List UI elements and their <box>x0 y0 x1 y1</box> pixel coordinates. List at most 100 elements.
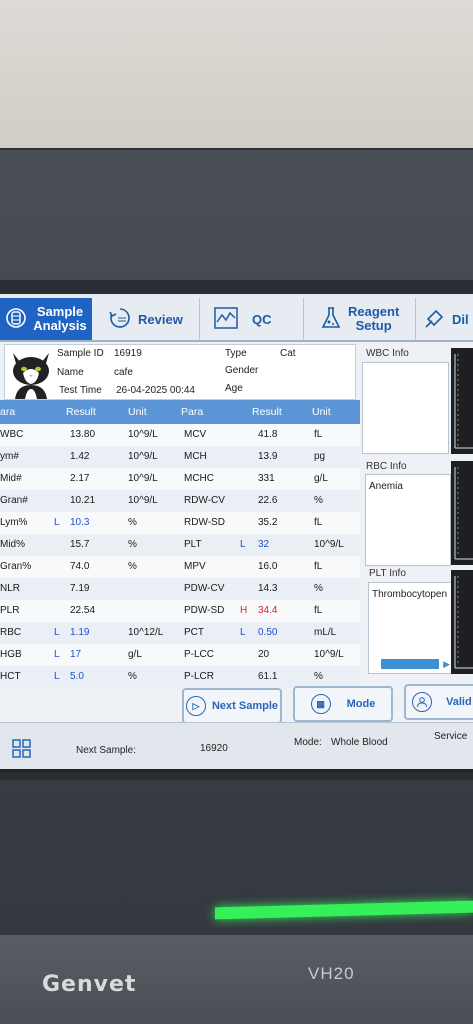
cell-r2: 331 <box>258 473 275 484</box>
table-row[interactable]: ym# 1.42 10^9/L MCH 13.9 pg <box>0 446 360 468</box>
next-sample-button[interactable]: ▷ Next Sample <box>182 688 282 724</box>
cell-p2: MPV <box>184 561 206 572</box>
cell-u1: 10^9/L <box>128 429 158 440</box>
results-table: ara Result Unit Para Result Unit WBC 13.8… <box>0 400 360 688</box>
cell-r1: 7.19 <box>70 583 90 594</box>
menu-grid-icon[interactable] <box>12 739 32 762</box>
table-row[interactable]: Mid% 15.7% PLT L 32 10^9/L <box>0 534 360 556</box>
table-row[interactable]: HCT L 5.0% P-LCR 61.1% <box>0 666 360 688</box>
table-row[interactable]: Gran# 10.21 10^9/L RDW-CV 22.6% <box>0 490 360 512</box>
cell-p2: P-LCR <box>184 671 215 682</box>
cell-u1: 10^9/L <box>128 495 158 506</box>
scroll-bar[interactable] <box>381 659 439 669</box>
cell-r1: 15.7 <box>70 539 90 550</box>
tab-bar: Sample Analysis Review QC Reagent Setup Di… <box>0 294 473 342</box>
cell-r1: 17 <box>70 649 82 660</box>
cell-p2: MCHC <box>184 473 214 484</box>
cell-u2: pg <box>314 451 326 462</box>
cell-r2: 16.0 <box>258 561 278 572</box>
mode-status-label: Mode: <box>294 737 322 748</box>
cell-r2: 41.8 <box>258 429 278 440</box>
cell-p2: PDW-SD <box>184 605 225 616</box>
cell-p1: HGB <box>0 649 22 660</box>
background-wall <box>0 0 473 160</box>
rbc-info-title: RBC Info <box>366 461 407 472</box>
status-bar: Next Sample: 16920 Mode: Whole Blood Ser… <box>0 722 473 769</box>
table-row[interactable]: HGB L 17 g/L P-LCC 20 10^9/L <box>0 644 360 666</box>
cell-r2: 22.6 <box>258 495 278 506</box>
rbc-histogram <box>451 461 473 565</box>
next-sample-label: Next Sample <box>211 700 279 712</box>
type-value: Cat <box>280 348 296 359</box>
table-row[interactable]: WBC 13.80 10^9/L MCV 41.8 fL <box>0 424 360 446</box>
cell-p2: PCT <box>184 627 204 638</box>
mode-button[interactable]: ▦ Mode <box>293 686 393 722</box>
age-label: Age <box>225 383 243 394</box>
cell-u2: fL <box>314 429 323 440</box>
cell-u2: 10^9/L <box>314 539 344 550</box>
header-para: ara <box>0 406 16 418</box>
table-row[interactable]: PLR 22.54 PDW-SD H 34.4 fL <box>0 600 360 622</box>
cell-u2: 10^9/L <box>314 649 344 660</box>
tab-qc-label: QC <box>252 311 272 327</box>
sample-icon <box>5 307 27 332</box>
scroll-right-icon[interactable]: ▶ <box>443 659 450 670</box>
wbc-info-panel <box>362 362 449 454</box>
next-sample-status-value: 16920 <box>200 743 228 754</box>
rbc-info-text: Anemia <box>369 481 403 492</box>
table-row[interactable]: Gran% 74.0% MPV 16.0 fL <box>0 556 360 578</box>
cell-u1: 10^12/L <box>128 627 164 638</box>
cell-r2: 14.3 <box>258 583 278 594</box>
cell-f1: L <box>54 649 60 660</box>
table-row[interactable]: NLR 7.19 PDW-CV 14.3% <box>0 578 360 600</box>
cell-r1: 74.0 <box>70 561 90 572</box>
tab-qc[interactable]: QC <box>204 298 304 340</box>
type-label: Type <box>225 348 247 359</box>
cell-r1: 10.3 <box>70 517 90 528</box>
cell-f2: L <box>240 627 246 638</box>
tab-reagent-setup[interactable]: Reagent Setup <box>316 298 416 340</box>
name-value: cafe <box>114 367 133 378</box>
cell-u1: % <box>128 517 137 528</box>
cell-p1: PLR <box>0 605 20 616</box>
cell-r1: 2.17 <box>70 473 90 484</box>
sample-id-label: Sample ID <box>57 348 104 359</box>
cell-r1: 13.80 <box>70 429 96 440</box>
cell-r2: 34.4 <box>258 605 278 616</box>
cell-u1: % <box>128 539 137 550</box>
brand-logo: Genvet <box>42 972 137 997</box>
cell-u2: g/L <box>314 473 328 484</box>
table-row[interactable]: Mid# 2.17 10^9/L MCHC 331 g/L <box>0 468 360 490</box>
test-time-value: 26-04-2025 00:44 <box>116 385 195 396</box>
table-row[interactable]: RBC L 1.19 10^12/L PCT L 0.50 mL/L <box>0 622 360 644</box>
cell-r2: 0.50 <box>258 627 278 638</box>
tab-dil[interactable]: Dil <box>420 298 473 340</box>
cell-u2: fL <box>314 561 323 572</box>
test-time-label: Test Time <box>59 385 102 396</box>
tab-sample-analysis[interactable]: Sample Analysis <box>0 298 92 340</box>
validate-button[interactable]: Valid <box>404 684 473 720</box>
cell-p2: MCH <box>184 451 207 462</box>
review-icon <box>108 306 132 333</box>
cell-p1: NLR <box>0 583 21 594</box>
cell-p2: RDW-SD <box>184 517 225 528</box>
cell-u2: % <box>314 583 323 594</box>
cell-r2: 35.2 <box>258 517 278 528</box>
cell-p1: ym# <box>0 451 19 462</box>
next-icon: ▷ <box>185 696 206 716</box>
cell-p1: Gran% <box>0 561 32 572</box>
patient-info: Sample ID 16919 Type Cat Name cafe Gende… <box>4 344 356 400</box>
next-sample-status-label: Next Sample: <box>76 745 137 756</box>
header-result: Result <box>252 406 282 418</box>
tab-review[interactable]: Review <box>100 298 200 340</box>
mode-icon: ▦ <box>310 694 331 714</box>
cell-u1: 10^9/L <box>128 451 158 462</box>
cell-r2: 32 <box>258 539 270 550</box>
analyzer-screen: Sample Analysis Review QC Reagent Setup Di… <box>0 294 473 772</box>
cell-p1: RBC <box>0 627 22 638</box>
cat-avatar-icon <box>7 347 55 399</box>
service-label[interactable]: Service <box>434 731 467 742</box>
cell-u1: 10^9/L <box>128 473 158 484</box>
cell-p2: P-LCC <box>184 649 215 660</box>
table-row[interactable]: Lym% L 10.3% RDW-SD 35.2 fL <box>0 512 360 534</box>
